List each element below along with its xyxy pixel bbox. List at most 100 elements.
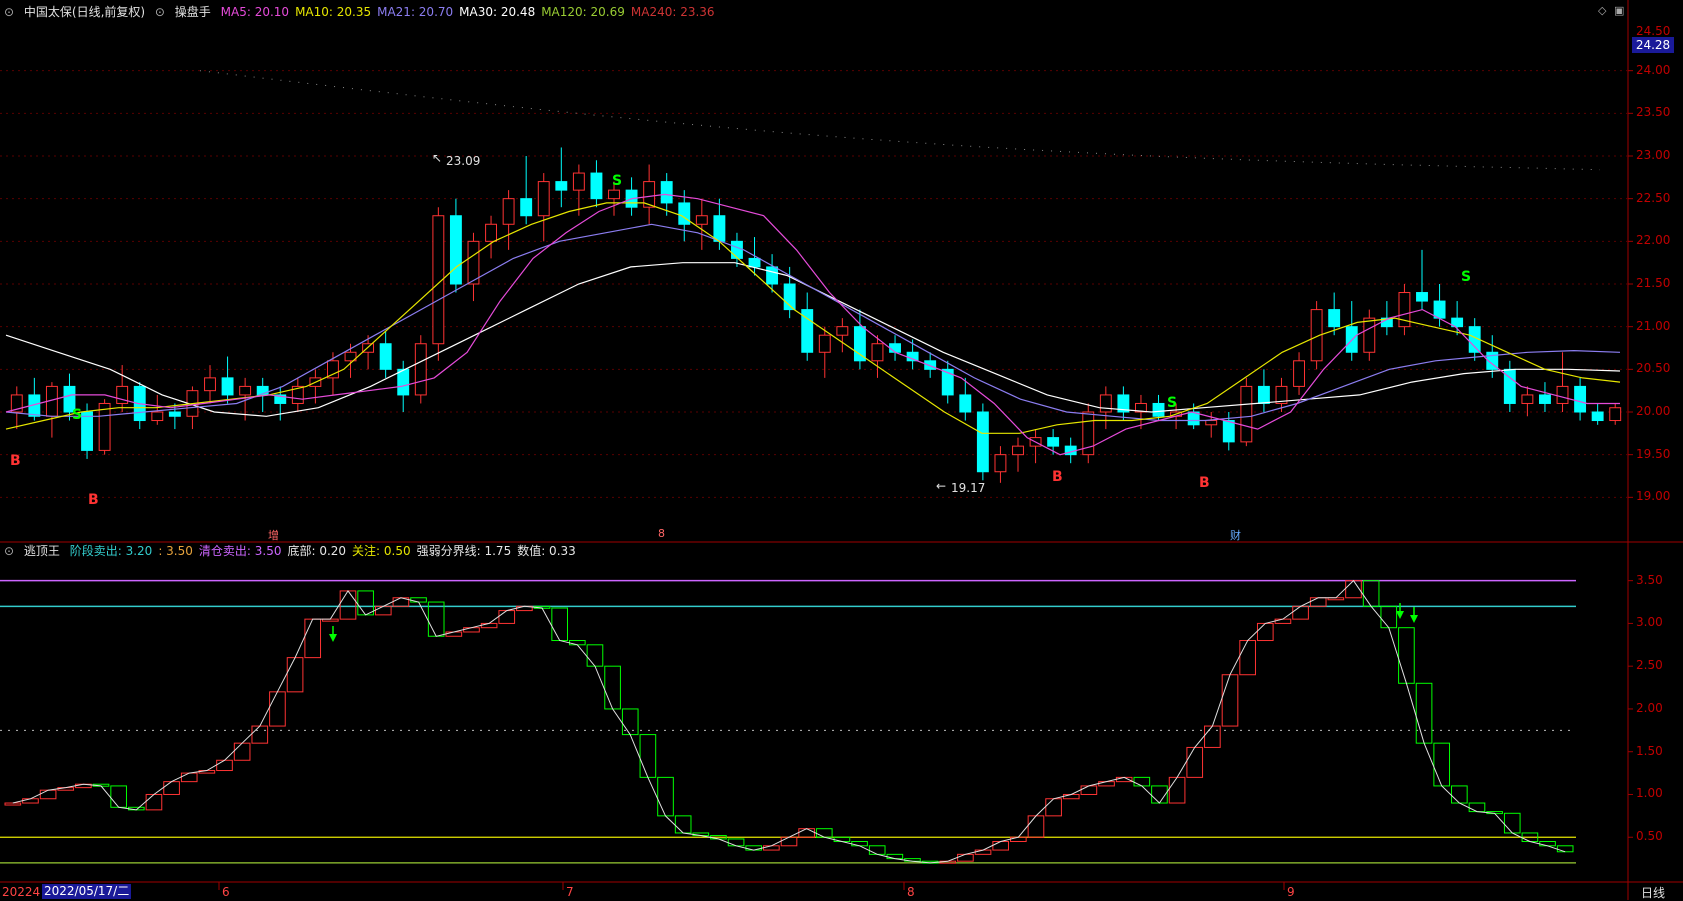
candle-body bbox=[327, 360, 339, 379]
candle-body bbox=[1556, 385, 1569, 404]
candle-body bbox=[81, 411, 93, 451]
candle-body bbox=[1152, 402, 1165, 417]
candle-body bbox=[98, 402, 111, 451]
indicator-bar bbox=[4, 802, 22, 806]
indicator-bar bbox=[957, 853, 974, 862]
indicator-bar bbox=[463, 627, 480, 633]
indicator-tick-label: 1.00 bbox=[1636, 786, 1663, 801]
indicator-bar bbox=[445, 631, 463, 637]
buy-signal-marker: B bbox=[1199, 475, 1210, 491]
candle-body bbox=[1609, 407, 1622, 422]
event-marker[interactable]: 财 bbox=[1230, 527, 1241, 543]
cursor-date: 2022/05/17/二 bbox=[42, 884, 132, 899]
candle-body bbox=[520, 198, 533, 217]
price-tick-label: 20.00 bbox=[1636, 404, 1671, 418]
indicator-bar bbox=[1292, 605, 1309, 620]
candle-body bbox=[485, 223, 497, 242]
candle-body bbox=[1539, 394, 1551, 404]
indicator-bar bbox=[780, 836, 798, 847]
candle-body bbox=[871, 343, 884, 362]
month-label: 6 bbox=[222, 885, 230, 899]
period-button[interactable]: 日线 bbox=[1641, 884, 1665, 901]
candle-body bbox=[414, 343, 427, 396]
event-marker[interactable]: 8 bbox=[658, 527, 665, 540]
indicator-bar bbox=[657, 776, 674, 817]
candle-body bbox=[379, 343, 392, 370]
sell-arrow-icon bbox=[329, 634, 337, 642]
candle-body bbox=[695, 215, 708, 225]
price-tick-label: 21.50 bbox=[1636, 276, 1671, 290]
candle-body bbox=[555, 181, 568, 191]
candle-body bbox=[239, 385, 252, 396]
indicator-bar bbox=[22, 798, 39, 804]
indicator-tick-label: 3.50 bbox=[1636, 572, 1663, 587]
current-price-label: 24.28 bbox=[1632, 37, 1674, 53]
candle-body bbox=[1205, 420, 1218, 426]
price-tick-label: 24.00 bbox=[1636, 62, 1671, 77]
candle-body bbox=[1574, 385, 1587, 413]
candle-body bbox=[449, 215, 462, 285]
indicator-bar bbox=[974, 849, 992, 855]
buy-signal-marker: B bbox=[88, 492, 99, 508]
indicator-bar bbox=[674, 815, 692, 834]
ma240-line bbox=[199, 70, 1601, 171]
indicator-bar bbox=[1168, 776, 1186, 804]
candle-body bbox=[660, 181, 673, 204]
price-axis-top-label: 24.50 bbox=[1636, 24, 1671, 38]
indicator-bar bbox=[639, 734, 657, 778]
indicator-bar bbox=[163, 781, 180, 795]
candle-body bbox=[608, 189, 620, 200]
indicator-bar bbox=[1415, 682, 1433, 744]
price-tick-label: 20.50 bbox=[1636, 361, 1671, 376]
indicator-bar bbox=[833, 836, 851, 843]
buy-signal-marker: B bbox=[10, 453, 21, 469]
candle-body bbox=[853, 326, 866, 362]
indicator-bar bbox=[233, 742, 251, 761]
candle-body bbox=[397, 368, 410, 396]
indicator-bar bbox=[1468, 802, 1486, 813]
candle-body bbox=[1328, 309, 1341, 328]
indicator-tick-label: 3.00 bbox=[1636, 615, 1663, 630]
event-marker[interactable]: 增 bbox=[268, 527, 279, 543]
price-tick-label: 21.00 bbox=[1636, 318, 1671, 333]
indicator-bar bbox=[1309, 597, 1327, 607]
indicator-bar bbox=[992, 841, 1010, 851]
month-label: 7 bbox=[566, 885, 574, 899]
candle-body bbox=[731, 240, 743, 259]
indicator-bar bbox=[480, 622, 498, 629]
indicator-bar bbox=[1239, 640, 1256, 676]
low-annotation-arrow: ← bbox=[936, 479, 947, 493]
candle-body bbox=[1099, 394, 1112, 413]
indicator-bar bbox=[1380, 605, 1398, 629]
month-label: 9 bbox=[1287, 885, 1295, 899]
candle-body bbox=[748, 257, 761, 268]
candle-body bbox=[1591, 411, 1604, 422]
candle-body bbox=[976, 411, 989, 473]
indicator-bar bbox=[410, 597, 427, 603]
indicator-tick-label: 2.50 bbox=[1636, 658, 1663, 673]
time-axis-start: 20224 bbox=[2, 885, 41, 899]
indicator-bar bbox=[216, 759, 233, 772]
candle-body bbox=[467, 240, 480, 285]
indicator-bar bbox=[798, 828, 815, 838]
chart-canvas[interactable] bbox=[0, 0, 1683, 900]
indicator-bar bbox=[1451, 785, 1468, 804]
indicator-bar bbox=[1133, 776, 1151, 787]
candle-body bbox=[1416, 292, 1428, 302]
indicator-bar bbox=[357, 590, 374, 616]
indicator-bar bbox=[1010, 836, 1027, 843]
candle-body bbox=[818, 334, 831, 353]
indicator-bar bbox=[868, 845, 886, 855]
candle-body bbox=[924, 360, 937, 370]
candle-body bbox=[959, 394, 972, 413]
candle-body bbox=[168, 411, 181, 417]
candle-body bbox=[1433, 300, 1446, 319]
indicator-bar bbox=[1204, 725, 1221, 748]
indicator-bar bbox=[1186, 746, 1204, 778]
candle-body bbox=[204, 377, 216, 392]
indicator-bar bbox=[1433, 742, 1451, 787]
price-tick-label: 22.50 bbox=[1636, 190, 1671, 205]
price-tick-label: 23.50 bbox=[1636, 105, 1671, 120]
indicator-tick-label: 0.50 bbox=[1636, 829, 1663, 844]
indicator-bar bbox=[39, 789, 57, 800]
